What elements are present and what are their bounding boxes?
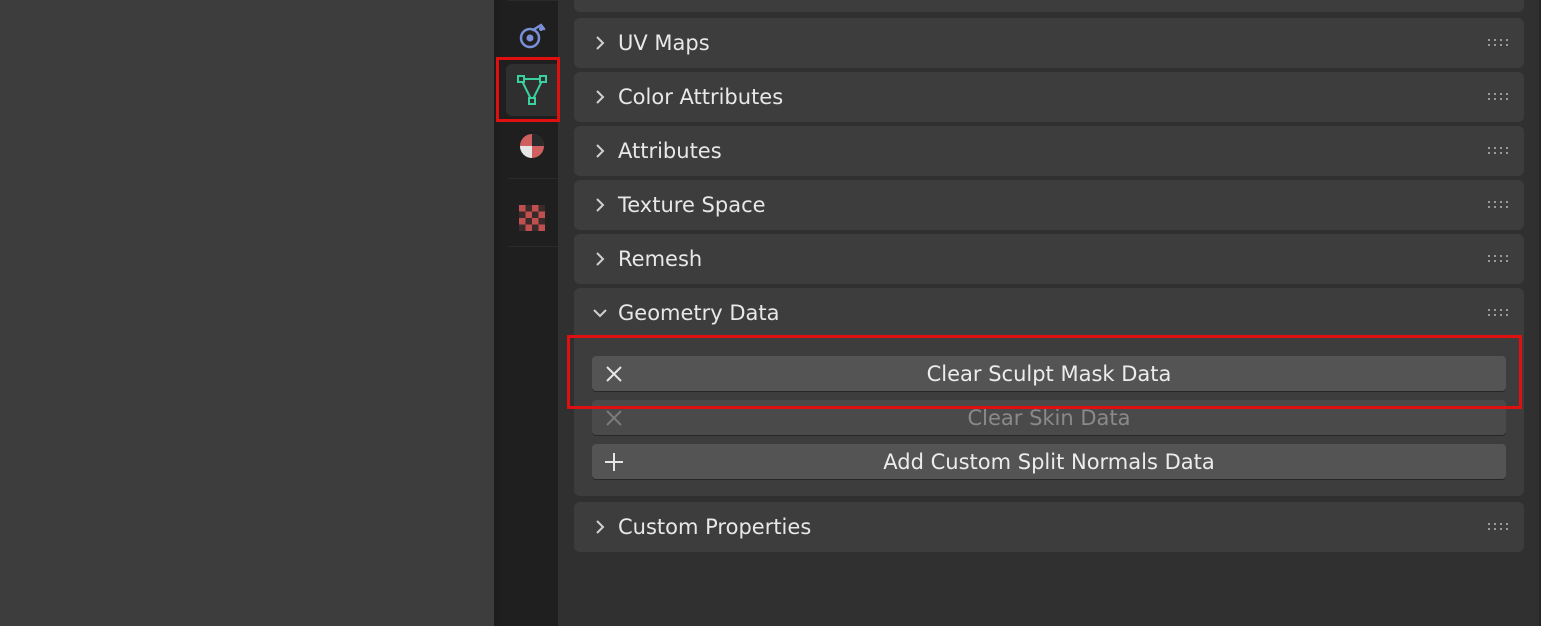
chevron-right-icon	[596, 144, 605, 158]
panel-header-remesh[interactable]: Remesh	[574, 234, 1524, 284]
panel-geometry-data: Geometry Data Clear Sculpt Mask Data Cle…	[574, 288, 1524, 496]
physics-icon	[519, 23, 546, 49]
tab-separator	[508, 0, 558, 1]
panel-title: Custom Properties	[618, 515, 812, 539]
button-label: Clear Sculpt Mask Data	[926, 362, 1172, 386]
panel-title: Geometry Data	[618, 301, 780, 325]
tab-separator	[508, 178, 558, 179]
panel-header-texture-space[interactable]: Texture Space	[574, 180, 1524, 230]
drag-grip-icon[interactable]	[1488, 522, 1510, 532]
drag-grip-icon[interactable]	[1488, 308, 1510, 318]
button-label: Add Custom Split Normals Data	[883, 450, 1215, 474]
panel-uv-maps: UV Maps	[574, 18, 1524, 68]
object-data-tab[interactable]	[506, 64, 558, 116]
button-label: Clear Skin Data	[967, 406, 1131, 430]
drag-grip-icon[interactable]	[1488, 200, 1510, 210]
chevron-right-icon	[596, 520, 605, 534]
texture-icon	[519, 205, 545, 231]
add-custom-split-normals-data-button[interactable]: Add Custom Split Normals Data	[592, 444, 1506, 479]
properties-editor: UV Maps Color Attributes Attributes Text…	[558, 0, 1541, 626]
panel-color-attributes: Color Attributes	[574, 72, 1524, 122]
panel-header-geometry-data[interactable]: Geometry Data	[574, 288, 1524, 338]
clear-skin-data-button[interactable]: Clear Skin Data	[592, 400, 1506, 435]
panel-title: Attributes	[618, 139, 722, 163]
chevron-down-icon	[593, 309, 607, 318]
panel-title: UV Maps	[618, 31, 710, 55]
panel-title: Color Attributes	[618, 85, 784, 109]
panel-header-uv-maps[interactable]: UV Maps	[574, 18, 1524, 68]
drag-grip-icon[interactable]	[1488, 254, 1510, 264]
panel-remesh: Remesh	[574, 234, 1524, 284]
properties-tab-bar	[500, 0, 558, 626]
physics-tab[interactable]	[506, 10, 558, 62]
panel-texture-space: Texture Space	[574, 180, 1524, 230]
panel-title: Texture Space	[618, 193, 766, 217]
panel-header-custom-properties[interactable]: Custom Properties	[574, 502, 1524, 552]
panel-header-attributes[interactable]: Attributes	[574, 126, 1524, 176]
material-tab[interactable]	[506, 120, 558, 172]
drag-grip-icon[interactable]	[1488, 146, 1510, 156]
panel-title: Remesh	[618, 247, 703, 271]
panel-partial-above	[574, 0, 1524, 12]
drag-grip-icon[interactable]	[1488, 92, 1510, 102]
material-icon	[520, 134, 544, 158]
panel-custom-properties: Custom Properties	[574, 502, 1524, 552]
tab-separator	[508, 246, 558, 247]
clear-sculpt-mask-data-button[interactable]: Clear Sculpt Mask Data	[592, 356, 1506, 391]
panel-header-color-attributes[interactable]: Color Attributes	[574, 72, 1524, 122]
chevron-right-icon	[596, 36, 605, 50]
mesh-data-icon	[517, 75, 547, 105]
texture-tab[interactable]	[506, 192, 558, 244]
chevron-right-icon	[596, 198, 605, 212]
chevron-right-icon	[596, 90, 605, 104]
3d-viewport-area	[0, 0, 494, 626]
chevron-right-icon	[596, 252, 605, 266]
drag-grip-icon[interactable]	[1488, 38, 1510, 48]
panel-attributes: Attributes	[574, 126, 1524, 176]
